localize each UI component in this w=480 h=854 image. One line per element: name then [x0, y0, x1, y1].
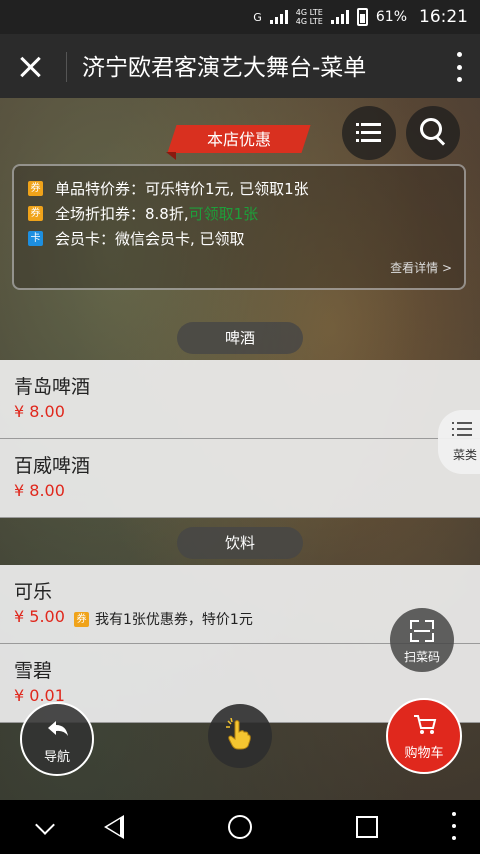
- menu-item[interactable]: 青岛啤酒 ¥ 8.00: [0, 360, 480, 439]
- search-button[interactable]: [406, 106, 460, 160]
- item-price: ¥ 8.00: [14, 402, 65, 421]
- page-title: 济宁欧君客演艺大舞台-菜单: [82, 55, 367, 81]
- battery-percent: 61%: [375, 9, 407, 25]
- category-header-drinks: 饮料: [177, 527, 303, 559]
- home-icon[interactable]: [228, 815, 252, 839]
- clock: 16:21: [419, 7, 468, 27]
- close-icon[interactable]: [14, 50, 48, 84]
- battery-icon: [356, 8, 368, 26]
- coupon-icon: 券: [74, 611, 89, 627]
- item-name: 可乐: [14, 581, 53, 603]
- recent-apps-icon[interactable]: [356, 816, 378, 838]
- navigation-label: 导航: [43, 750, 70, 765]
- store-discount-tag: 本店优惠: [164, 122, 314, 160]
- promo-row: 卡 会员卡：微信会员卡, 已领取: [28, 228, 245, 249]
- status-bar: G 4G LTE 4G LTE 61% 16:21: [0, 0, 480, 34]
- scan-icon: [410, 620, 434, 642]
- coupon-icon: 券: [28, 206, 43, 221]
- coupon-note-text: 我有1张优惠券，特价1元: [95, 612, 253, 628]
- member-card-icon: 卡: [28, 231, 43, 246]
- view-details-link[interactable]: 查看详情 >: [390, 259, 452, 276]
- item-price: ¥ 5.00: [14, 607, 65, 626]
- chevron-down-icon[interactable]: [35, 815, 55, 835]
- item-name: 百威啤酒: [14, 455, 91, 477]
- store-discount-label: 本店优惠: [206, 130, 271, 149]
- lte-label-top: 4G LTE: [295, 8, 323, 17]
- promo-row: 券 单品特价券：可乐特价1元, 已领取1张: [28, 178, 309, 199]
- promo-row: 券 全场折扣券：8.8折, 可领取1张: [28, 203, 258, 224]
- category-side-tab[interactable]: 菜类: [438, 410, 480, 474]
- guide-arrow-icon: [46, 718, 72, 745]
- promo-text: 会员卡：微信会员卡, 已领取: [55, 230, 245, 248]
- item-price: ¥ 8.00: [14, 481, 65, 500]
- coupon-icon: 券: [28, 181, 43, 196]
- system-nav-bar: [0, 800, 480, 854]
- shopping-cart-button[interactable]: 购物车: [386, 698, 462, 774]
- network-type-label: G: [253, 10, 262, 24]
- overflow-menu-icon[interactable]: [452, 812, 456, 840]
- lte-label: 4G LTE: [295, 17, 323, 26]
- lte-indicator: 4G LTE 4G LTE: [296, 8, 323, 26]
- navigation-button[interactable]: 导航: [20, 702, 94, 776]
- title-bar: 济宁欧君客演艺大舞台-菜单: [0, 34, 480, 98]
- promotions-box: 券 单品特价券：可乐特价1元, 已领取1张 券 全场折扣券：8.8折, 可领取1…: [12, 164, 466, 290]
- signal-icon: [269, 10, 288, 24]
- signal-icon-2: [330, 10, 349, 24]
- more-options-icon[interactable]: [454, 52, 464, 82]
- claim-link[interactable]: 可领取1张: [189, 203, 259, 224]
- item-name: 雪碧: [14, 660, 53, 682]
- back-icon[interactable]: [104, 815, 124, 839]
- promo-text: 全场折扣券：8.8折,: [55, 205, 189, 223]
- cart-label: 购物车: [404, 746, 444, 761]
- category-header-beer: 啤酒: [177, 322, 303, 354]
- scan-button-label: 扫菜码: [403, 650, 440, 664]
- category-list-icon: [452, 422, 472, 438]
- call-waiter-button[interactable]: [208, 704, 272, 768]
- title-divider: [66, 52, 67, 82]
- item-coupon-note: 券 我有1张优惠券，特价1元: [74, 609, 253, 629]
- cart-icon: [414, 715, 437, 734]
- category-tab-label: 菜类: [452, 448, 477, 462]
- menu-content[interactable]: 本店优惠 券 单品特价券：可乐特价1元, 已领取1张 券 全场折扣券：8.8折,…: [0, 98, 480, 800]
- item-name: 青岛啤酒: [14, 376, 91, 398]
- menu-item[interactable]: 百威啤酒 ¥ 8.00: [0, 439, 480, 518]
- hand-icon: [226, 718, 251, 750]
- scan-dish-code-button[interactable]: 扫菜码: [390, 608, 454, 672]
- list-view-button[interactable]: [342, 106, 396, 160]
- promo-text: 单品特价券：可乐特价1元, 已领取1张: [55, 180, 309, 198]
